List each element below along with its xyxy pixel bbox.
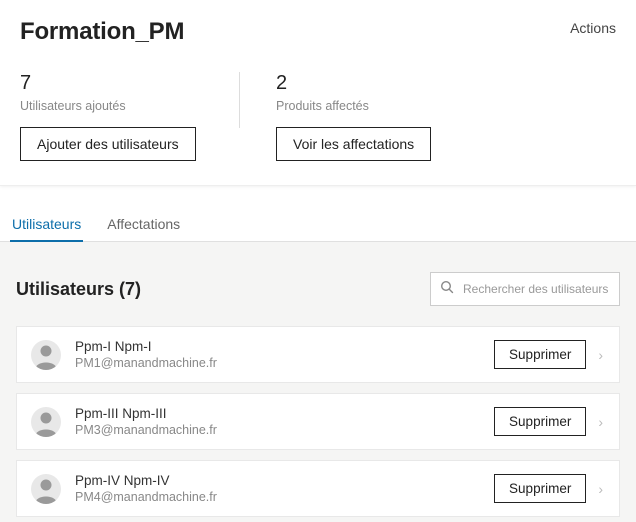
search-icon [439,279,461,300]
remove-user-button[interactable]: Supprimer [494,407,586,436]
search-input[interactable] [461,281,611,297]
chevron-right-icon[interactable]: › [596,347,605,363]
user-row: Ppm-I Npm-I PM1@manandmachine.frSupprimer… [16,326,620,383]
user-row: Ppm-III Npm-III PM3@manandmachine.frSuppr… [16,393,620,450]
tab-users[interactable]: Utilisateurs [10,206,83,242]
user-name: Ppm-I Npm-I [75,339,494,354]
view-assignments-button[interactable]: Voir les affectations [276,127,431,161]
user-email: PM4@manandmachine.fr [75,490,494,504]
tabs: Utilisateurs Affectations [0,206,636,242]
tab-assignments[interactable]: Affectations [105,206,182,242]
user-info: Ppm-IV Npm-IV PM4@manandmachine.fr [75,473,494,504]
users-list-title: Utilisateurs (7) [16,279,141,300]
user-info: Ppm-I Npm-I PM1@manandmachine.fr [75,339,494,370]
stat-products: 2 Produits affectés Voir les affectation… [240,72,467,161]
stat-users-label: Utilisateurs ajoutés [20,99,204,113]
stat-users: 7 Utilisateurs ajoutés Ajouter des utili… [20,72,240,161]
actions-menu[interactable]: Actions [570,18,616,36]
avatar [31,474,61,504]
search-box[interactable] [430,272,620,306]
user-row: Ppm-IV Npm-IV PM4@manandmachine.frSupprim… [16,460,620,517]
user-name: Ppm-IV Npm-IV [75,473,494,488]
header-card: Formation_PM Actions 7 Utilisateurs ajou… [0,0,636,186]
page-title: Formation_PM [20,18,184,46]
stat-products-count: 2 [276,72,431,95]
add-users-button[interactable]: Ajouter des utilisateurs [20,127,196,161]
user-email: PM1@manandmachine.fr [75,356,494,370]
chevron-right-icon[interactable]: › [596,414,605,430]
user-email: PM3@manandmachine.fr [75,423,494,437]
user-name: Ppm-III Npm-III [75,406,494,421]
stat-users-count: 7 [20,72,204,95]
user-info: Ppm-III Npm-III PM3@manandmachine.fr [75,406,494,437]
stat-products-label: Produits affectés [276,99,431,113]
users-section: Utilisateurs (7) Ppm-I Npm-I PM1@manandma… [0,242,636,522]
avatar [31,407,61,437]
chevron-right-icon[interactable]: › [596,481,605,497]
avatar [31,340,61,370]
remove-user-button[interactable]: Supprimer [494,340,586,369]
remove-user-button[interactable]: Supprimer [494,474,586,503]
